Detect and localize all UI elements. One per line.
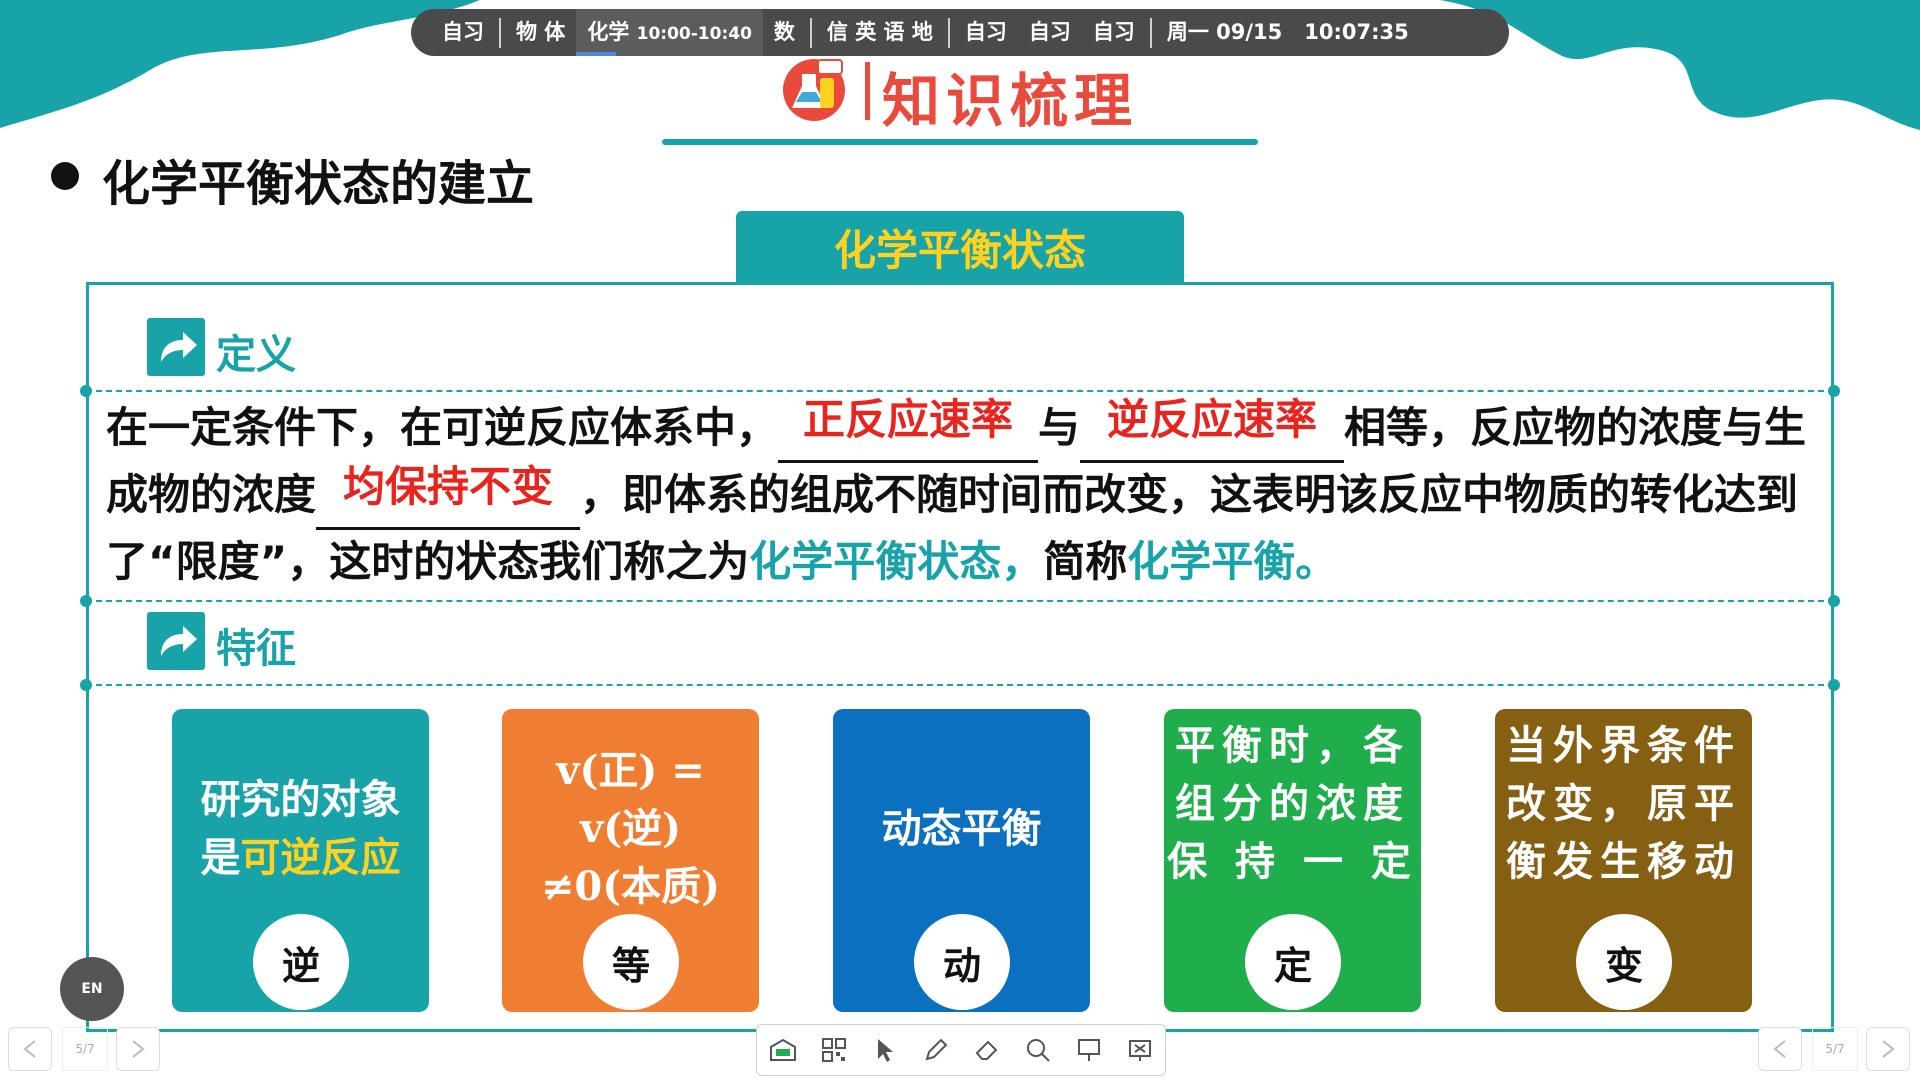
schedule-clock: 10:07:35: [1304, 20, 1409, 44]
schedule-date: 周一 09/15: [1166, 20, 1283, 44]
schedule-item[interactable]: 自习: [431, 9, 495, 56]
schedule-item[interactable]: 自习: [1082, 9, 1146, 56]
features-label: 特征: [216, 626, 296, 672]
schedule-time: 10:00-10:40: [636, 24, 752, 44]
spotlight-icon: [1077, 1039, 1100, 1061]
next-page-button[interactable]: [116, 1027, 160, 1071]
page-indicator: 5/7: [1812, 1027, 1858, 1071]
prev-page-button[interactable]: [1758, 1027, 1802, 1071]
term-highlight: 化学平衡状态，: [749, 537, 1044, 586]
page-indicator: 5/7: [62, 1027, 108, 1071]
schedule-item-current[interactable]: 化学 10:00-10:40: [576, 9, 763, 56]
search-tool-button[interactable]: [1018, 1030, 1058, 1070]
bullet-icon: [51, 162, 79, 190]
schedule-divider: [809, 17, 812, 48]
term-highlight: 化学平衡。: [1127, 537, 1338, 586]
schedule-divider: [499, 17, 501, 48]
prev-page-button[interactable]: [8, 1027, 52, 1071]
qr-tool-button[interactable]: [814, 1030, 854, 1070]
arrow-share-icon: [147, 612, 205, 670]
feature-keyword: 变: [1576, 914, 1672, 1010]
spotlight-tool-button[interactable]: [1069, 1030, 1109, 1070]
schedule-item[interactable]: 信 英 语 地: [816, 9, 944, 56]
classroom-icon: [769, 1038, 796, 1061]
definition-label: 定义: [216, 332, 296, 378]
feature-keyword: 等: [583, 914, 679, 1010]
pen-tool-button[interactable]: [916, 1030, 956, 1070]
language-button[interactable]: EN: [60, 957, 124, 1021]
divider: [80, 595, 1840, 607]
eraser-tool-button[interactable]: [967, 1030, 1007, 1070]
schedule-item[interactable]: 物 体: [505, 9, 576, 56]
title-underline: [662, 139, 1258, 145]
chevron-left-icon: [23, 1040, 36, 1058]
feature-keyword: 逆: [253, 914, 349, 1010]
search-icon: [1026, 1039, 1050, 1062]
qr-icon: [821, 1038, 846, 1062]
arrow-share-icon: [147, 318, 205, 376]
divider: [80, 385, 1840, 397]
section-heading: 化学平衡状态的建立: [102, 156, 535, 212]
whiteboard-icon: [1128, 1040, 1151, 1061]
schedule-subject: 化学: [587, 20, 630, 44]
feature-keyword: 动: [914, 914, 1010, 1010]
chevron-right-icon: [1882, 1040, 1895, 1058]
schedule-item[interactable]: 数: [763, 9, 806, 56]
answer-blank-3[interactable]: 均保持不变: [316, 462, 581, 530]
feature-keyword: 定: [1245, 914, 1341, 1010]
pointer-tool-button[interactable]: [865, 1030, 905, 1070]
schedule-item[interactable]: 自习: [1018, 9, 1082, 56]
schedule-divider: [947, 17, 950, 48]
feature-card-dynamic: 动态平衡 动: [833, 709, 1090, 1012]
definition-paragraph: 在一定条件下，在可逆反应体系中， 正反应速率与逆反应速率 相等，反应物的浓度与生成物…: [106, 395, 1807, 586]
feature-card-equal: v(正) = v(逆) ≠0(本质) 等: [502, 709, 759, 1012]
schedule-bar: 自习 物 体 化学 10:00-10:40 数 信 英 语 地 自习 自习 自习…: [411, 9, 1509, 56]
schedule-item[interactable]: 自习: [954, 9, 1018, 56]
pointer-icon: [877, 1039, 893, 1062]
pen-icon: [925, 1038, 947, 1061]
chevron-right-icon: [132, 1040, 145, 1058]
answer-blank-2[interactable]: 逆反应速率: [1080, 395, 1345, 463]
teaching-toolbar: [756, 1024, 1166, 1076]
divider: [80, 679, 1840, 691]
answer-blank-1[interactable]: 正反应速率: [778, 395, 1039, 463]
classroom-tool-button[interactable]: [763, 1030, 803, 1070]
feature-card-constant: 平衡时，各 组分的浓度 保 持 一 定 定: [1164, 709, 1421, 1012]
eraser-icon: [975, 1040, 997, 1060]
chevron-left-icon: [1773, 1040, 1786, 1058]
card-tab-title: 化学平衡状态: [736, 211, 1184, 283]
schedule-divider: [1149, 17, 1152, 48]
feature-card-change: 当外界条件 改变，原平 衡发生移动 变: [1495, 709, 1752, 1012]
chemistry-flask-icon: [783, 59, 845, 121]
feature-card-reversible: 研究的对象 是可逆反应 逆: [172, 709, 429, 1012]
slide-title: 知识梳理: [882, 67, 1139, 135]
next-page-button[interactable]: [1866, 1027, 1910, 1071]
title-accent-bar: [865, 62, 870, 120]
whiteboard-tool-button[interactable]: [1120, 1030, 1160, 1070]
